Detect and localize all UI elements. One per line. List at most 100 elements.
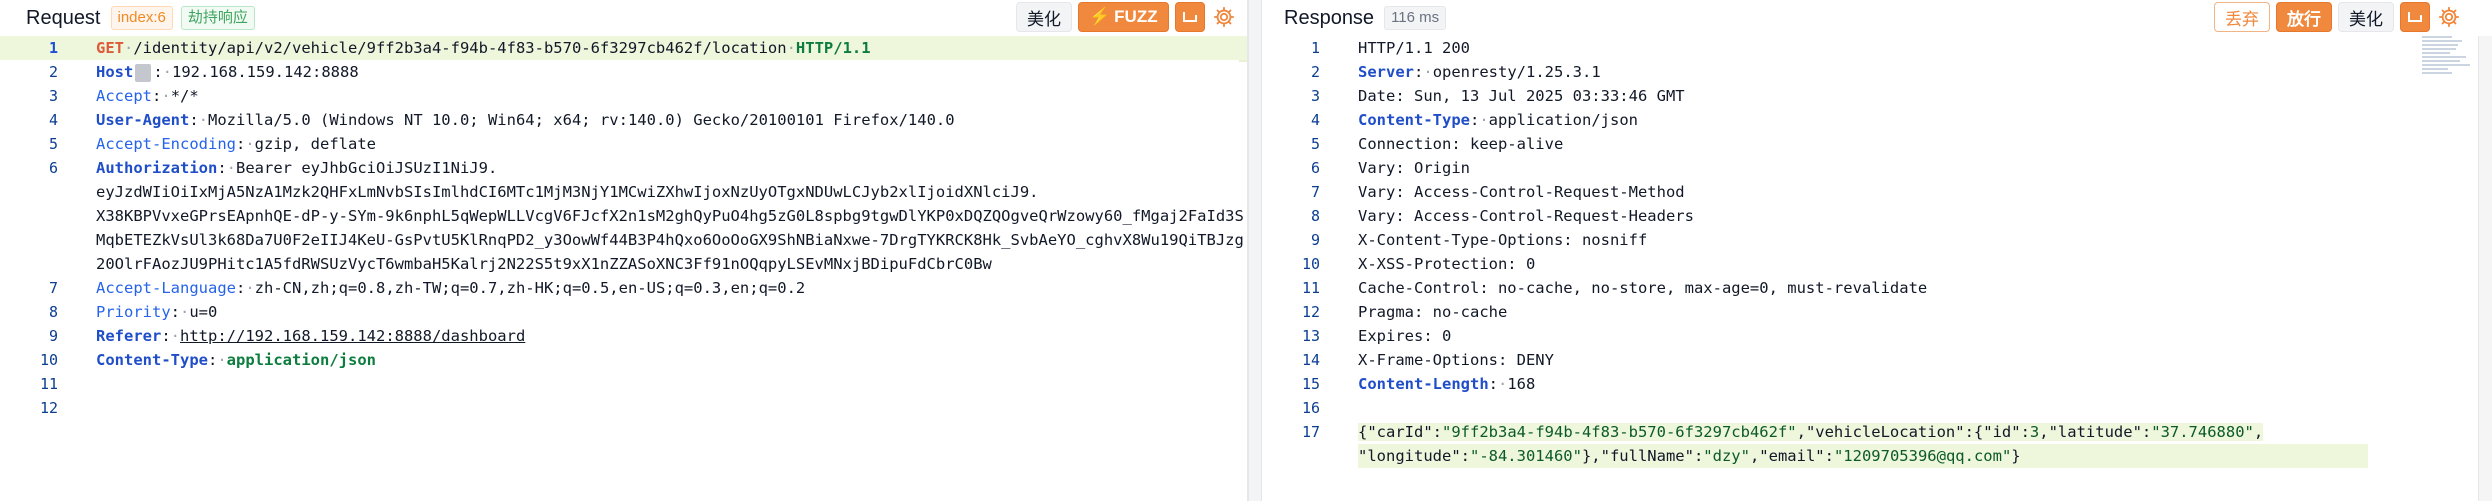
json-fragment: "longitude": [1358, 447, 1470, 465]
code-line: 9 Referer:·http://192.168.159.142:8888/d… [0, 324, 1247, 348]
code-line: 15 Content-Length:·168 [1262, 372, 2492, 396]
code-line: 5 Connection: keep-alive [1262, 132, 2492, 156]
code-line: 8 Priority:·u=0 [0, 300, 1247, 324]
line-number: 12 [1301, 303, 1320, 321]
request-editor[interactable]: 1 GET·/identity/api/v2/vehicle/9ff2b3a4-… [0, 36, 1247, 501]
referer-link[interactable]: http://192.168.159.142:8888/dashboard [180, 327, 525, 345]
code-line: 3 Date: Sun, 13 Jul 2025 03:33:46 GMT [1262, 84, 2492, 108]
request-title: Request [26, 6, 101, 29]
code-line-wrapped: X38KBPVvxeGPrsEApnhQE-dP-y-SYm-9k6nphL5q… [0, 204, 1247, 276]
header-line: Date: Sun, 13 Jul 2025 03:33:46 GMT [1358, 87, 1685, 105]
header-key: Accept-Encoding [96, 135, 236, 153]
release-button[interactable]: 放行 [2276, 2, 2332, 32]
header-value: zh-CN,zh;q=0.8,zh-TW;q=0.7,zh-HK;q=0.5,e… [254, 279, 806, 297]
lightning-icon: ⚡ [1089, 7, 1111, 26]
header-value: application/json [226, 351, 376, 369]
line-number: 2 [1310, 63, 1320, 81]
header-line: X-Content-Type-Options: nosniff [1358, 231, 1648, 249]
line-number: 15 [1301, 375, 1320, 393]
header-value: u=0 [189, 303, 218, 321]
json-value-carid: "9ff2b3a4-f94b-4f83-b570-6f3297cb462f" [1442, 423, 1797, 441]
line-number: 11 [39, 375, 58, 393]
pane-divider[interactable] [1248, 0, 1262, 501]
line-number: 9 [48, 327, 58, 345]
json-fragment: ,"latitude": [2039, 423, 2152, 441]
json-value-fullname: "dzy" [1703, 447, 1750, 465]
header-line: Connection: keep-alive [1358, 135, 1564, 153]
code-line: 9 X-Content-Type-Options: nosniff [1262, 228, 2492, 252]
header-line: Vary: Access-Control-Request-Headers [1358, 207, 1694, 225]
fuzz-label: FUZZ [1114, 7, 1158, 26]
json-fragment: ,"email": [1749, 447, 1834, 465]
code-line: 2 Server:·openresty/1.25.3.1 [1262, 60, 2492, 84]
line-number: 1 [48, 39, 58, 57]
return-icon [1182, 12, 1197, 22]
response-enter-button[interactable] [2400, 2, 2430, 32]
json-fragment: ,"vehicleLocation":{"id": [1796, 423, 2030, 441]
header-key: Priority [96, 303, 171, 321]
header-key: Authorization [96, 159, 218, 177]
request-beautify-button[interactable]: 美化 [1016, 2, 1072, 32]
json-value-id: 3 [2029, 423, 2040, 441]
code-line: 3 Accept:·*/* [0, 84, 1247, 108]
discard-button[interactable]: 丢弃 [2214, 2, 2270, 32]
header-value: openresty/1.25.3.1 [1432, 63, 1601, 81]
json-value-email: "1209705396@qq.com" [1833, 447, 2012, 465]
header-key: Accept [96, 87, 152, 105]
code-line: 5 Accept-Encoding:·gzip, deflate [0, 132, 1247, 156]
code-line: 16 [1262, 396, 2492, 420]
code-line-wrapped: eyJzdWIiOiIxMjA5NzA1Mzk2QHFxLmNvbSIsImlh… [0, 180, 1247, 204]
code-line: 1 HTTP/1.1 200 [1262, 36, 2492, 60]
code-line: 14 X-Frame-Options: DENY [1262, 348, 2492, 372]
response-settings-button[interactable] [2436, 4, 2462, 30]
line-number: 7 [48, 279, 58, 297]
code-line: 13 Expires: 0 [1262, 324, 2492, 348]
request-settings-button[interactable] [1211, 4, 1237, 30]
header-key: Referer [96, 327, 162, 345]
response-time-tag: 116 ms [1384, 6, 1447, 30]
header-value: 192.168.159.142:8888 [172, 63, 359, 81]
line-number: 3 [48, 87, 58, 105]
header-value: application/json [1488, 111, 1638, 129]
line-number: 5 [48, 135, 58, 153]
response-editor[interactable]: 1 HTTP/1.1 200 2 Server:·openresty/1.25.… [1262, 36, 2492, 501]
code-line: 4 User-Agent:·Mozilla/5.0 (Windows NT 10… [0, 108, 1247, 132]
code-line: 17 {"carId":"9ff2b3a4-f94b-4f83-b570-6f3… [1262, 420, 2492, 444]
info-badge-icon[interactable] [135, 63, 152, 82]
request-enter-button[interactable] [1174, 2, 1205, 32]
json-fragment: },"fullName": [1581, 447, 1704, 465]
code-line: 4 Content-Type:·application/json [1262, 108, 2492, 132]
header-key: Host [96, 63, 134, 81]
header-value: 168 [1507, 375, 1536, 393]
header-key: Server [1358, 63, 1414, 81]
header-line: X-Frame-Options: DENY [1358, 351, 1554, 369]
code-line: 6 Vary: Origin [1262, 156, 2492, 180]
line-number: 4 [48, 111, 58, 129]
code-line: 6 Authorization:·Bearer eyJhbGciOiJSUzI1… [0, 156, 1247, 180]
line-number: 4 [1310, 111, 1320, 129]
gear-icon [2438, 6, 2460, 28]
http-protocol: HTTP/1.1 [795, 39, 871, 57]
line-number: 6 [48, 159, 58, 177]
line-number: 17 [1301, 423, 1320, 441]
fuzz-button[interactable]: ⚡ FUZZ [1078, 2, 1169, 32]
header-line: Vary: Access-Control-Request-Method [1358, 183, 1685, 201]
line-number: 11 [1301, 279, 1320, 297]
line-number: 7 [1310, 183, 1320, 201]
http-method: GET [96, 39, 124, 57]
code-line: 12 [0, 396, 1247, 420]
line-number: 8 [1310, 207, 1320, 225]
code-line: 11 [0, 372, 1247, 396]
line-number: 13 [1301, 327, 1320, 345]
header-line: Pragma: no-cache [1358, 303, 1508, 321]
code-line: 8 Vary: Access-Control-Request-Headers [1262, 204, 2492, 228]
line-number: 12 [39, 399, 58, 417]
line-number: 16 [1301, 399, 1320, 417]
header-value: gzip, deflate [254, 135, 376, 153]
header-line: X-XSS-Protection: 0 [1358, 255, 1536, 273]
line-number: 14 [1301, 351, 1320, 369]
line-number: 2 [48, 63, 58, 81]
line-number: 9 [1310, 231, 1320, 249]
code-line: 2 Host:·192.168.159.142:8888 [0, 60, 1247, 84]
response-beautify-button[interactable]: 美化 [2338, 2, 2394, 32]
